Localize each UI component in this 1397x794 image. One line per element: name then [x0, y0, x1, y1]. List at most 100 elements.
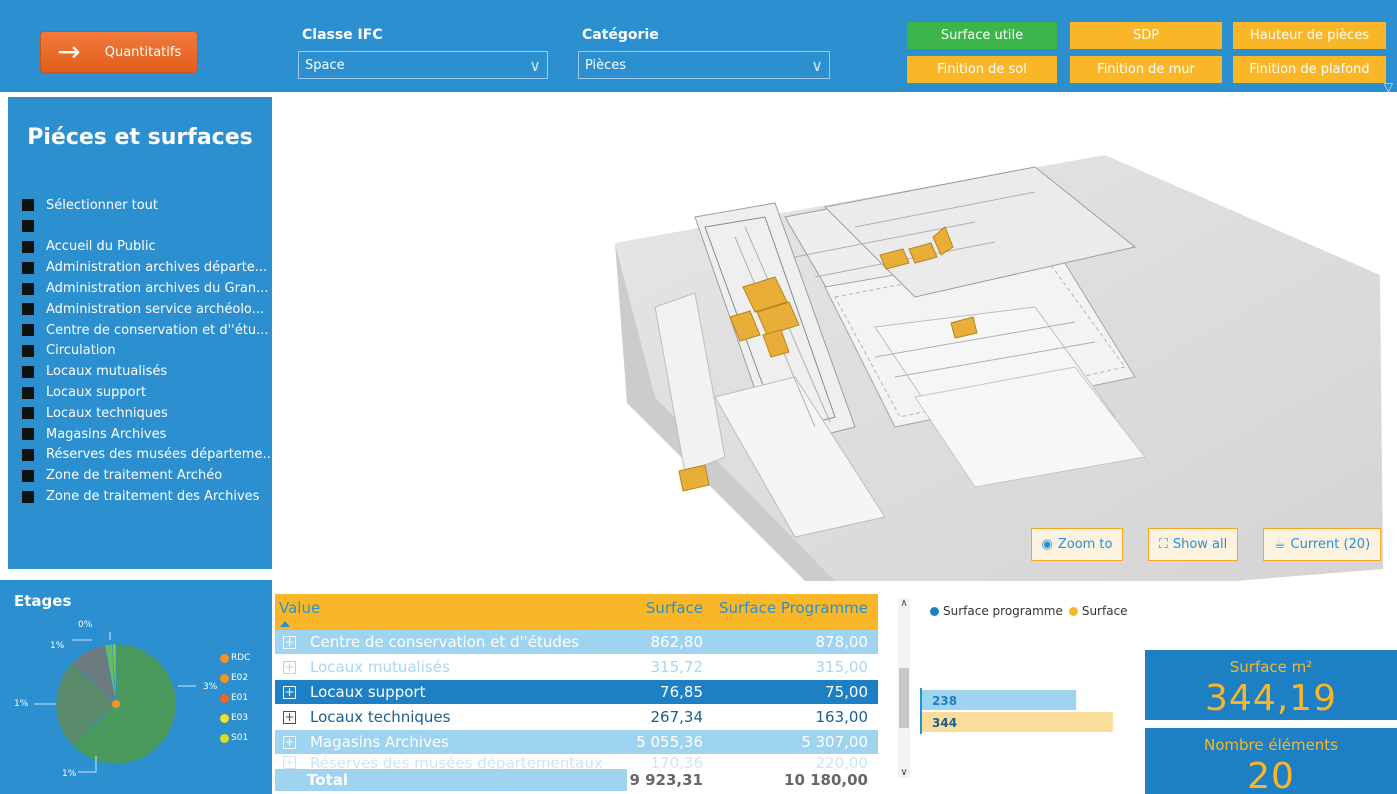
table-row[interactable]: + Magasins Archives 5 055,36 5 307,00 — [275, 730, 878, 755]
table-body: + Centre de conservation et d''études 862,… — [275, 630, 878, 771]
dashboard-root: → Quantitatifs Classe IFC Space ∨ Catégo… — [0, 0, 1397, 794]
bim-3d-viewer[interactable]: ◉ Zoom to ⛶ Show all ☕ Current (20) — [275, 97, 1397, 582]
slicer-item-label: Locaux mutualisés — [46, 364, 168, 380]
finition-de-sol-button[interactable]: Finition de sol — [907, 56, 1057, 83]
checkbox-icon[interactable] — [22, 469, 34, 482]
row-label: Magasins Archives — [310, 733, 449, 751]
finition-de-plafond-button[interactable]: Finition de plafond — [1233, 56, 1386, 83]
table-row[interactable]: + Locaux techniques 267,34 163,00 — [275, 705, 878, 730]
legend-dot — [220, 673, 229, 683]
expand-icon[interactable]: + — [283, 710, 296, 724]
chevron-down-icon: ∨ — [529, 55, 541, 75]
slicer-item[interactable]: Zone de traitement des Archives — [22, 486, 270, 507]
slicer-item[interactable]: Réserves des musées départeme... — [22, 445, 270, 466]
quantitatifs-label: Quantitatifs — [104, 44, 182, 60]
show-all-button[interactable]: ⛶ Show all — [1148, 528, 1238, 561]
checkbox-icon[interactable] — [22, 240, 34, 253]
checkbox-icon[interactable] — [22, 344, 34, 357]
slicer-item[interactable]: Administration service archéolo... — [22, 299, 270, 320]
expand-icon[interactable]: + — [283, 685, 296, 699]
surface-bar-chart: 238 344 — [920, 688, 1113, 734]
checkbox-icon[interactable] — [22, 490, 34, 503]
etages-legend: RDC E02 E01 E03 S01 — [220, 648, 250, 748]
checkbox-icon[interactable] — [22, 199, 34, 212]
pie-label: 1% — [14, 699, 29, 709]
row-surface-cell: 862,80 — [650, 633, 704, 651]
zoom-to-button[interactable]: ◉ Zoom to — [1031, 528, 1123, 561]
checkbox-icon[interactable] — [22, 386, 34, 399]
row-value-cell: + Locaux support — [275, 683, 627, 701]
sdp-button[interactable]: SDP — [1070, 22, 1222, 49]
kpi-surface-card: Surface m² 344,19 — [1145, 650, 1397, 720]
row-surface-programme-cell: 315,00 — [815, 658, 869, 676]
slicer-item[interactable]: Administration archives du Gran... — [22, 278, 270, 299]
slicer-item[interactable]: Zone de traitement Archéo — [22, 465, 270, 486]
slicer-item[interactable]: Magasins Archives — [22, 424, 270, 445]
highlighted-room[interactable] — [678, 464, 710, 492]
select-all-item[interactable]: Sélectionner tout — [22, 195, 270, 216]
table-row[interactable]: + Locaux mutualisés 315,72 315,00 — [275, 655, 878, 680]
legend-item[interactable]: E02 — [220, 668, 250, 688]
slicer-item[interactable]: Administration archives départe... — [22, 257, 270, 278]
expand-icon[interactable]: + — [283, 735, 296, 749]
table-row[interactable]: + Centre de conservation et d''études 862,… — [275, 630, 878, 655]
legend-item[interactable]: E03 — [220, 708, 250, 728]
hauteur-de-pieces-button[interactable]: Hauteur de pièces — [1233, 22, 1386, 49]
row-label: Locaux mutualisés — [310, 658, 450, 676]
pie-label: 1% — [50, 641, 65, 651]
categorie-dropdown[interactable]: Pièces ∨ — [578, 51, 830, 79]
legend-item[interactable]: RDC — [220, 648, 250, 668]
total-label: Total — [275, 769, 627, 791]
checkbox-icon[interactable] — [22, 220, 34, 233]
slicer-item-label: Administration archives départe... — [46, 260, 268, 276]
column-header-surface-programme[interactable]: Surface Programme — [711, 599, 878, 617]
checkbox-icon[interactable] — [22, 365, 34, 378]
legend-item[interactable]: E01 — [220, 688, 250, 708]
column-header-value[interactable]: Value — [275, 599, 627, 627]
slicer-item[interactable] — [22, 216, 270, 237]
filter-icon[interactable]: ▽ — [1384, 80, 1393, 94]
legend-dot — [1068, 606, 1078, 616]
legend-dot — [220, 713, 229, 723]
checkbox-icon[interactable] — [22, 282, 34, 295]
scroll-thumb[interactable] — [899, 668, 909, 728]
pie-label: 1% — [62, 769, 77, 779]
slicer-item[interactable]: Centre de conservation et d''étu... — [22, 320, 270, 341]
table-scrollbar[interactable]: ∧ ∨ — [898, 598, 910, 778]
surface-utile-button[interactable]: Surface utile — [907, 22, 1057, 49]
pie-label: 0% — [78, 620, 93, 630]
classe-ifc-dropdown[interactable]: Space ∨ — [298, 51, 548, 79]
row-value-cell: + Locaux mutualisés — [275, 658, 627, 676]
expand-icon[interactable]: + — [283, 660, 296, 674]
checkbox-icon[interactable] — [22, 261, 34, 274]
legend-label: RDC — [231, 653, 251, 663]
classe-ifc-label: Classe IFC — [302, 27, 383, 43]
checkbox-icon[interactable] — [22, 303, 34, 316]
legend-dot — [930, 606, 939, 616]
building-model[interactable] — [275, 97, 1397, 582]
column-header-surface[interactable]: Surface — [627, 599, 711, 617]
etages-panel: Etages 1% 0% 3% 1% 1% RDC E02 E01 E03 S01 — [0, 580, 272, 794]
checkbox-icon[interactable] — [22, 448, 34, 461]
finition-de-mur-button[interactable]: Finition de mur — [1070, 56, 1222, 83]
slicer-item[interactable]: Locaux techniques — [22, 403, 270, 424]
slicer-item[interactable]: Locaux support — [22, 382, 270, 403]
quantitatifs-button[interactable]: → Quantitatifs — [40, 31, 198, 73]
table-row[interactable]: + Locaux support 76,85 75,00 — [275, 680, 878, 705]
slicer-item-label: Administration archives du Gran... — [46, 281, 269, 297]
slicer-item[interactable]: Circulation — [22, 341, 270, 362]
rooms-slicer-panel: Piéces et surfaces Sélectionner tout Accu… — [8, 97, 272, 569]
slicer-item[interactable]: Locaux mutualisés — [22, 361, 270, 382]
scroll-down-icon[interactable]: ∨ — [898, 767, 910, 778]
checkbox-icon[interactable] — [22, 407, 34, 420]
eye-icon: ◉ — [1041, 537, 1053, 552]
checkbox-icon[interactable] — [22, 428, 34, 441]
checkbox-icon[interactable] — [22, 324, 34, 337]
slicer-item[interactable]: Accueil du Public — [22, 237, 270, 258]
legend-item[interactable]: S01 — [220, 728, 250, 748]
current-button[interactable]: ☕ Current (20) — [1263, 528, 1381, 561]
legend-label: E01 — [231, 693, 249, 703]
row-surface-cell: 267,34 — [650, 708, 704, 726]
expand-icon[interactable]: + — [283, 635, 296, 649]
scroll-up-icon[interactable]: ∧ — [898, 598, 910, 609]
